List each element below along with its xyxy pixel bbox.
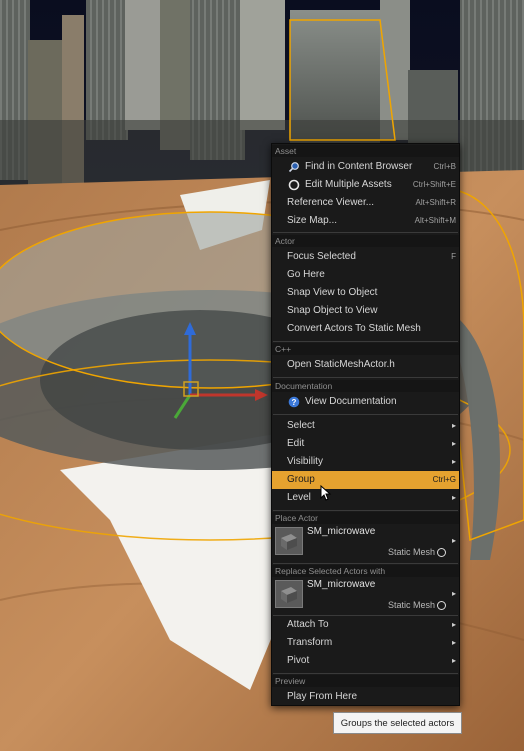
menu-item-go-here[interactable]: Go Here: [272, 266, 459, 284]
replace-actor-asset-entry[interactable]: SM_microwave Static Mesh ▸: [272, 577, 459, 613]
section-header-preview: Preview: [272, 675, 459, 687]
asset-type: Static Mesh: [387, 600, 435, 610]
menu-item-size-map[interactable]: Size Map... Alt+Shift+M: [272, 212, 459, 230]
menu-item-label: Reference Viewer...: [287, 197, 375, 208]
menu-item-label: Convert Actors To Static Mesh: [287, 323, 421, 334]
mesh-thumbnail-icon: [281, 534, 297, 550]
shortcut-label: Alt+Shift+R: [415, 198, 456, 207]
menu-item-label: Level: [287, 492, 311, 503]
menu-separator: [273, 510, 458, 511]
asset-type: Static Mesh: [387, 547, 435, 557]
submenu-arrow-icon: ▸: [451, 638, 456, 647]
menu-separator: [273, 377, 458, 378]
mouse-cursor-icon: [320, 485, 332, 501]
menu-item-label: Play From Here: [287, 691, 358, 702]
menu-item-select[interactable]: Select ▸: [272, 417, 459, 435]
menu-item-label: Visibility: [287, 456, 323, 467]
menu-item-group[interactable]: Group Ctrl+G: [272, 471, 459, 489]
asset-name: SM_microwave: [307, 579, 376, 590]
menu-item-label: Group: [287, 474, 315, 485]
submenu-arrow-icon: ▸: [451, 457, 456, 466]
menu-item-label: Focus Selected: [287, 251, 356, 262]
menu-item-label: Snap View to Object: [287, 287, 378, 298]
menu-item-label: Go Here: [287, 269, 325, 280]
menu-item-label: Size Map...: [287, 215, 338, 226]
menu-item-find-in-content-browser[interactable]: Find in Content Browser Ctrl+B: [272, 158, 459, 176]
submenu-arrow-icon: ▸: [451, 589, 456, 598]
menu-item-view-documentation[interactable]: ? View Documentation: [272, 393, 459, 411]
menu-item-open-header[interactable]: Open StaticMeshActor.h: [272, 356, 459, 374]
asset-thumbnail: [275, 527, 303, 555]
magnifier-icon: [288, 162, 299, 173]
menu-item-label: Edit: [287, 438, 305, 449]
asset-thumbnail: [275, 580, 303, 608]
shortcut-label: Ctrl+G: [432, 475, 456, 484]
menu-item-level[interactable]: Level ▸: [272, 489, 459, 507]
menu-separator: [273, 341, 458, 342]
section-header-replace-selected: Replace Selected Actors with: [272, 565, 459, 577]
asset-name: SM_microwave: [307, 526, 376, 537]
menu-item-label: Pivot: [287, 655, 310, 666]
circle-icon: [288, 179, 300, 191]
menu-item-label: View Documentation: [305, 396, 397, 407]
menu-separator: [273, 563, 458, 564]
menu-separator: [273, 673, 458, 674]
menu-item-snap-object-to-view[interactable]: Snap Object to View: [272, 302, 459, 320]
menu-item-label: Find in Content Browser: [305, 161, 413, 172]
context-menu: Asset Find in Content Browser Ctrl+B Edi…: [271, 143, 460, 706]
menu-item-pivot[interactable]: Pivot ▸: [272, 652, 459, 670]
submenu-arrow-icon: ▸: [451, 536, 456, 545]
menu-item-reference-viewer[interactable]: Reference Viewer... Alt+Shift+R: [272, 194, 459, 212]
svg-text:?: ?: [292, 398, 297, 407]
menu-item-label: Open StaticMeshActor.h: [287, 359, 395, 370]
tooltip: Groups the selected actors: [333, 712, 462, 734]
shortcut-label: Ctrl+Shift+E: [412, 180, 456, 189]
menu-item-label: Select: [287, 420, 315, 431]
section-header-asset: Asset: [272, 145, 459, 157]
help-icon: ?: [288, 396, 300, 408]
shortcut-label: Alt+Shift+M: [414, 216, 456, 225]
submenu-arrow-icon: ▸: [451, 421, 456, 430]
menu-item-play-from-here[interactable]: Play From Here: [272, 688, 459, 706]
menu-item-attach-to[interactable]: Attach To ▸: [272, 616, 459, 634]
menu-item-label: Transform: [287, 637, 333, 648]
submenu-arrow-icon: ▸: [451, 656, 456, 665]
menu-item-label: Snap Object to View: [287, 305, 378, 316]
circle-icon: [437, 601, 446, 610]
menu-item-label: Edit Multiple Assets: [305, 179, 392, 190]
menu-item-convert-to-static-mesh[interactable]: Convert Actors To Static Mesh: [272, 320, 459, 338]
submenu-arrow-icon: ▸: [451, 493, 456, 502]
section-header-actor: Actor: [272, 235, 459, 247]
menu-item-snap-view-to-object[interactable]: Snap View to Object: [272, 284, 459, 302]
place-actor-asset-entry[interactable]: SM_microwave Static Mesh ▸: [272, 524, 459, 560]
menu-separator: [273, 232, 458, 233]
mesh-thumbnail-icon: [281, 587, 297, 603]
section-header-documentation: Documentation: [272, 380, 459, 392]
submenu-arrow-icon: ▸: [451, 439, 456, 448]
shortcut-label: F: [451, 252, 456, 261]
menu-item-label: Attach To: [287, 619, 329, 630]
menu-item-focus-selected[interactable]: Focus Selected F: [272, 248, 459, 266]
section-header-cpp: C++: [272, 343, 459, 355]
menu-separator: [273, 414, 458, 415]
menu-item-transform[interactable]: Transform ▸: [272, 634, 459, 652]
menu-item-visibility[interactable]: Visibility ▸: [272, 453, 459, 471]
submenu-arrow-icon: ▸: [451, 620, 456, 629]
section-header-place-actor: Place Actor: [272, 512, 459, 524]
shortcut-label: Ctrl+B: [433, 162, 456, 171]
circle-icon: [437, 548, 446, 557]
menu-item-edit-multiple-assets[interactable]: Edit Multiple Assets Ctrl+Shift+E: [272, 176, 459, 194]
menu-item-edit[interactable]: Edit ▸: [272, 435, 459, 453]
